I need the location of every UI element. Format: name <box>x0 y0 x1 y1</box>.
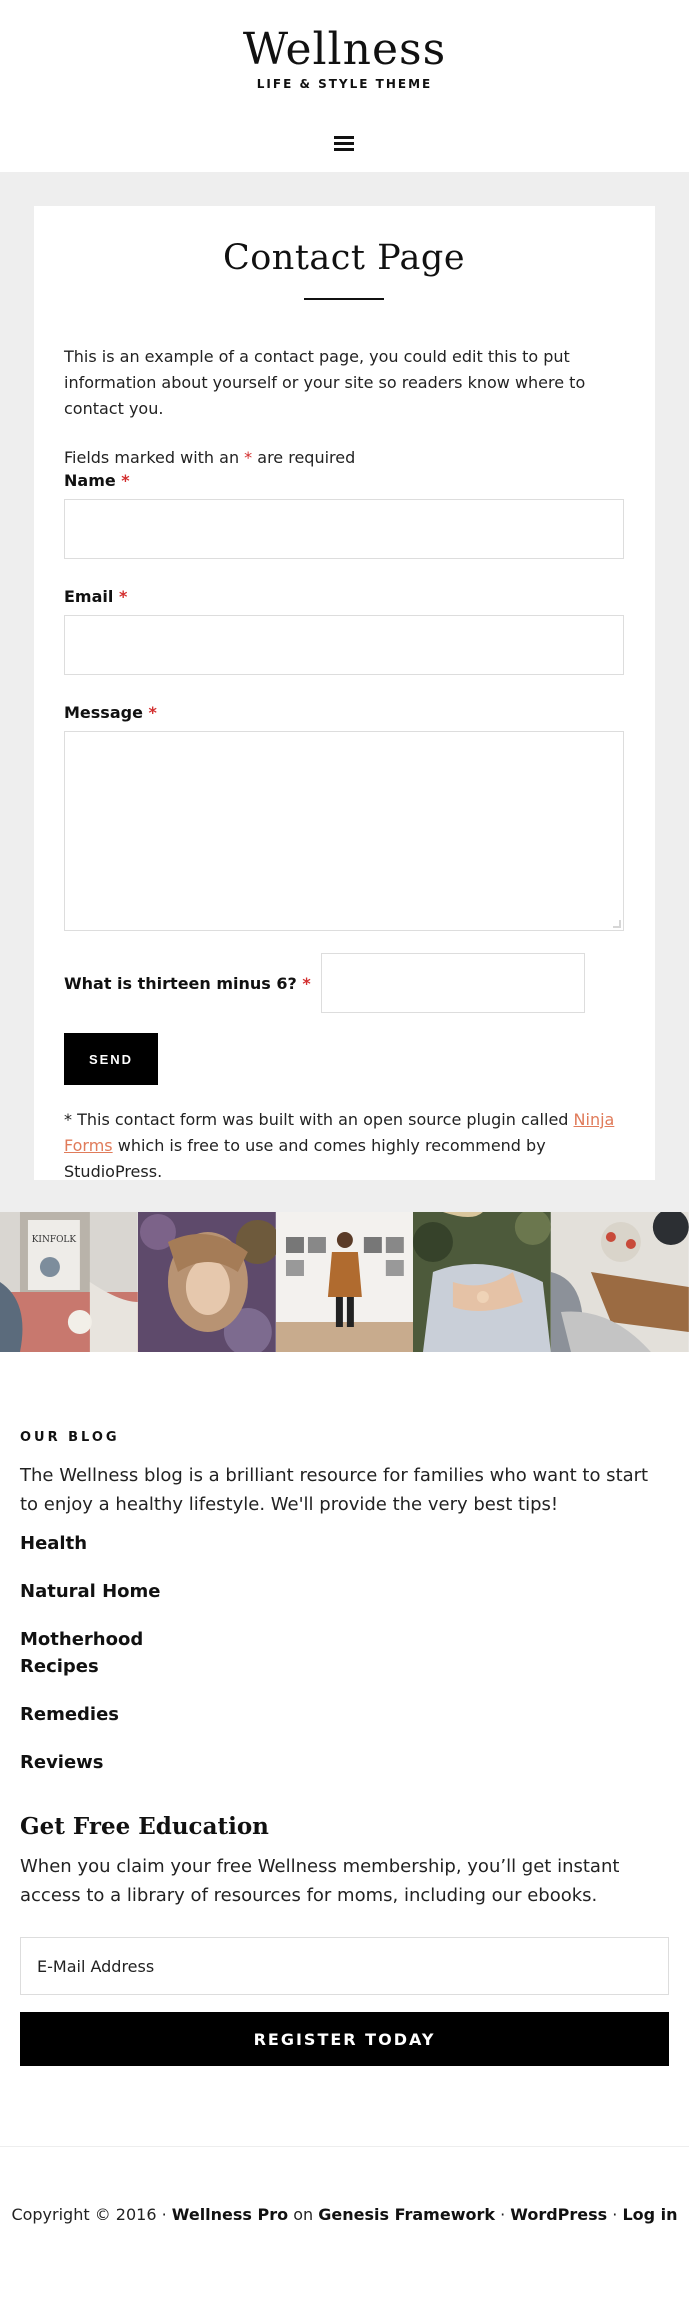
gallery-image-table-setting[interactable] <box>551 1212 689 1352</box>
category-link-reviews[interactable]: Reviews <box>20 1752 104 1773</box>
category-link-health[interactable]: Health <box>20 1533 87 1554</box>
login-link[interactable]: Log in <box>622 2205 677 2224</box>
intro-text: This is an example of a contact page, yo… <box>64 347 586 418</box>
captcha-field[interactable] <box>320 953 585 1013</box>
category-link-natural-home[interactable]: Natural Home <box>20 1581 160 1602</box>
site-title[interactable]: Wellness <box>0 24 689 75</box>
category-item[interactable]: Remedies <box>20 1704 669 1725</box>
contact-card: Contact Page This is an example of a con… <box>34 206 655 1181</box>
category-item[interactable]: Motherhood <box>20 1629 669 1650</box>
footer-separator: · <box>495 2205 511 2224</box>
message-field[interactable] <box>64 731 624 931</box>
required-star: * <box>148 703 157 722</box>
education-text: When you claim your free Wellness member… <box>20 1856 620 1906</box>
content-area: Contact Page This is an example of a con… <box>0 172 689 1212</box>
gallery-image-woman-in-flowers[interactable] <box>137 1212 276 1352</box>
gallery-image-hands-on-dress[interactable] <box>413 1212 552 1352</box>
required-star: * <box>302 973 311 993</box>
required-note: Fields marked with an * are required <box>64 448 624 467</box>
resize-handle-icon[interactable] <box>613 920 621 928</box>
svg-text:KINFOLK: KINFOLK <box>32 1235 77 1245</box>
category-item[interactable]: Recipes <box>20 1656 669 1677</box>
required-star: * <box>244 448 253 467</box>
hamburger-menu-icon[interactable] <box>334 136 354 152</box>
category-link-motherhood[interactable]: Motherhood <box>20 1629 143 1650</box>
name-label: Name * <box>64 471 624 490</box>
footer-divider <box>0 2146 689 2147</box>
required-star: * <box>118 587 128 606</box>
category-list: Health Natural Home Motherhood Recipes R… <box>20 1533 669 1773</box>
form-footnote: * This contact form was built with an op… <box>64 1107 624 1185</box>
register-today-button[interactable]: REGISTER TODAY <box>20 2012 669 2066</box>
wordpress-link[interactable]: WordPress <box>510 2205 607 2224</box>
gallery-image-gallery-visitor[interactable] <box>275 1212 414 1352</box>
required-note-pre: Fields marked with an <box>64 448 245 467</box>
footnote-pre: * This contact form was built with an op… <box>64 1110 574 1129</box>
category-item[interactable]: Natural Home <box>20 1581 669 1602</box>
category-link-remedies[interactable]: Remedies <box>20 1704 119 1725</box>
footnote-post: which is free to use and comes highly re… <box>64 1136 546 1181</box>
blog-widget: OUR BLOG The Wellness blog is a brillian… <box>0 1430 689 2066</box>
footer-on-text: on <box>288 2205 319 2224</box>
message-label-text: Message <box>64 703 143 722</box>
email-address-input[interactable] <box>20 1937 669 1995</box>
captcha-label-text: What is thirteen minus 6? <box>64 973 297 993</box>
email-label-text: Email <box>64 587 114 606</box>
site-header: Wellness LIFE & STYLE THEME <box>0 0 689 172</box>
name-field[interactable] <box>64 499 624 559</box>
email-label: Email * <box>64 587 624 606</box>
footer-separator: · <box>607 2205 623 2224</box>
required-note-post: are required <box>252 448 356 467</box>
email-field[interactable] <box>64 615 624 675</box>
message-label: Message * <box>64 703 624 722</box>
instagram-gallery: KINFOLK <box>0 1212 689 1352</box>
title-divider <box>304 298 384 300</box>
copyright-text: Copyright © 2016 · <box>11 2205 172 2224</box>
genesis-link[interactable]: Genesis Framework <box>318 2205 495 2224</box>
blog-heading: OUR BLOG <box>20 1430 120 1445</box>
theme-link[interactable]: Wellness Pro <box>172 2205 288 2224</box>
required-star: * <box>121 471 130 490</box>
site-footer: Copyright © 2016 · Wellness Pro on Genes… <box>0 2205 689 2224</box>
blog-description: The Wellness blog is a brilliant resourc… <box>20 1465 649 1515</box>
site-description: LIFE & STYLE THEME <box>256 77 433 91</box>
category-item[interactable]: Health <box>20 1533 669 1554</box>
category-link-recipes[interactable]: Recipes <box>20 1656 99 1677</box>
page-title: Contact Page <box>222 238 466 278</box>
captcha-row: What is thirteen minus 6? * <box>64 953 624 1013</box>
send-button[interactable]: SEND <box>64 1033 158 1085</box>
category-item[interactable]: Reviews <box>20 1752 669 1773</box>
name-label-text: Name <box>64 471 116 490</box>
education-title: Get Free Education <box>20 1813 269 1840</box>
gallery-image-magazine-reader[interactable]: KINFOLK <box>0 1212 138 1352</box>
captcha-label: What is thirteen minus 6? * <box>64 974 311 993</box>
